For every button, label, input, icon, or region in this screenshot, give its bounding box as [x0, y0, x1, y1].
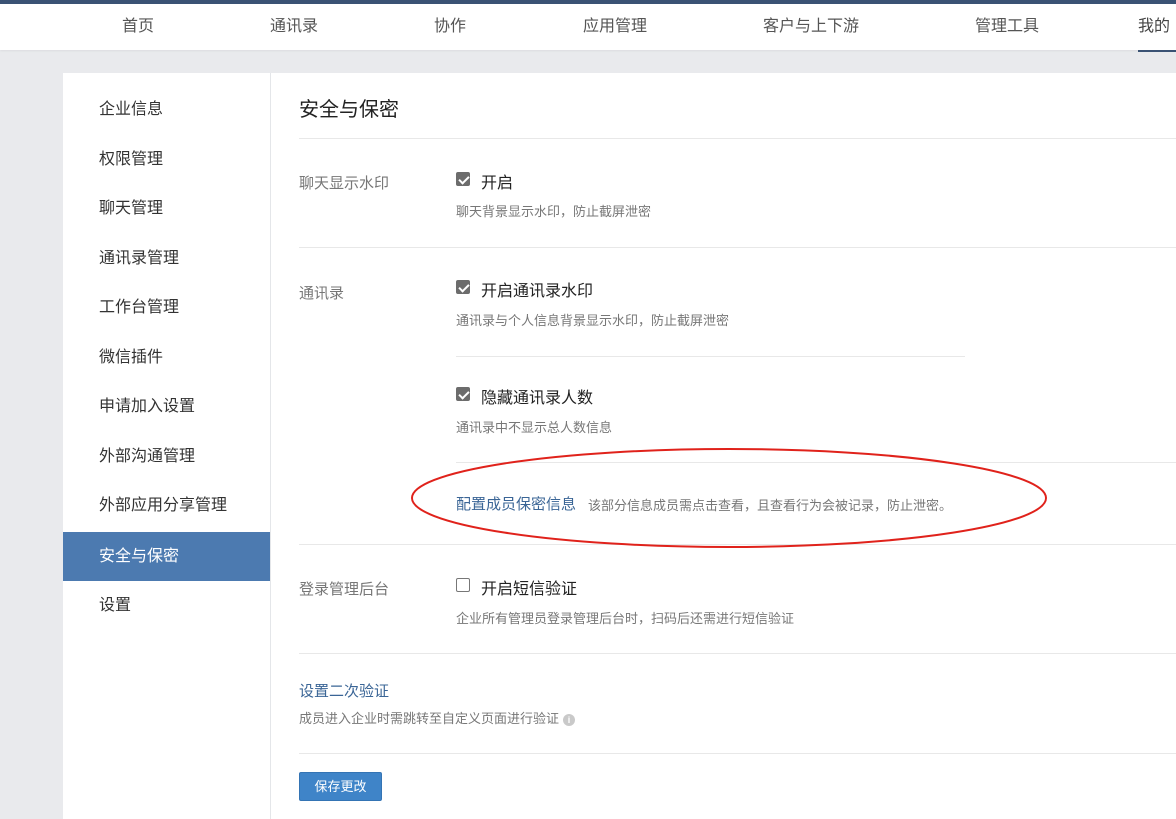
sidebar-item-company-info[interactable]: 企业信息	[63, 85, 270, 134]
security-settings-panel: 安全与保密 聊天显示水印 开启 聊天背景显示水印，防止截屏泄密 通讯录 开启通讯…	[271, 73, 1176, 819]
nav-item-admin-tools[interactable]: 管理工具	[975, 4, 1039, 50]
second-verification-link[interactable]: 设置二次验证	[299, 680, 389, 701]
save-button[interactable]: 保存更改	[299, 772, 382, 801]
checkbox-checked-icon[interactable]	[456, 387, 470, 401]
content-card: 企业信息 权限管理 聊天管理 通讯录管理 工作台管理 微信插件 申请加入设置 外…	[63, 73, 1176, 819]
confidential-info-description: 该部分信息成员需点击查看，且查看行为会被记录，防止泄密。	[588, 498, 953, 513]
sidebar-item-permissions[interactable]: 权限管理	[63, 135, 270, 184]
title-divider	[299, 138, 1176, 139]
second-verification-description-row: 成员进入企业时需跳转至自定义页面进行验证 i	[299, 708, 576, 727]
chat-watermark-option[interactable]: 开启	[481, 169, 513, 193]
contacts-watermark-description: 通讯录与个人信息背景显示水印，防止截屏泄密	[456, 313, 730, 328]
sidebar-item-contacts-management[interactable]: 通讯录管理	[63, 234, 270, 283]
sidebar-item-join-settings[interactable]: 申请加入设置	[63, 382, 270, 431]
contacts-label: 通讯录	[299, 285, 345, 302]
sidebar-item-workbench-management[interactable]: 工作台管理	[63, 283, 270, 332]
chat-watermark-label: 聊天显示水印	[299, 175, 390, 192]
checkbox-unchecked-icon[interactable]	[456, 578, 470, 592]
sidebar-item-external-app-sharing[interactable]: 外部应用分享管理	[63, 481, 270, 530]
sidebar-item-security[interactable]: 安全与保密	[63, 532, 270, 581]
checkbox-checked-icon[interactable]	[456, 172, 470, 186]
configure-confidential-info-link[interactable]: 配置成员保密信息	[456, 493, 576, 514]
section-divider	[299, 653, 1176, 654]
section-divider	[299, 544, 1176, 545]
sms-verification-option[interactable]: 开启短信验证	[481, 575, 577, 599]
checkbox-checked-icon[interactable]	[456, 280, 470, 294]
page-title: 安全与保密	[299, 99, 399, 121]
sms-verification-description: 企业所有管理员登录管理后台时，扫码后还需进行短信验证	[456, 611, 795, 626]
hide-contacts-count-description: 通讯录中不显示总人数信息	[456, 420, 613, 435]
nav-item-contacts[interactable]: 通讯录	[270, 4, 318, 50]
sidebar-item-chat-management[interactable]: 聊天管理	[63, 184, 270, 233]
sidebar-item-wechat-plugin[interactable]: 微信插件	[63, 333, 270, 382]
hide-contacts-count-option[interactable]: 隐藏通讯录人数	[481, 384, 593, 408]
sidebar-item-external-communication[interactable]: 外部沟通管理	[63, 432, 270, 481]
section-divider	[299, 753, 1176, 754]
info-icon[interactable]: i	[563, 713, 576, 726]
chat-watermark-description: 聊天背景显示水印，防止截屏泄密	[456, 204, 652, 219]
nav-item-app-management[interactable]: 应用管理	[583, 4, 647, 50]
nav-item-home[interactable]: 首页	[122, 4, 154, 50]
option-divider	[456, 462, 1176, 463]
second-verification-description: 成员进入企业时需跳转至自定义页面进行验证	[299, 711, 560, 726]
settings-sidebar: 企业信息 权限管理 聊天管理 通讯录管理 工作台管理 微信插件 申请加入设置 外…	[63, 73, 271, 819]
top-navigation: 首页 通讯录 协作 应用管理 客户与上下游 管理工具 我的	[0, 0, 1176, 52]
nav-item-my-company[interactable]: 我的	[1138, 4, 1176, 52]
section-divider	[299, 247, 1176, 248]
admin-login-label: 登录管理后台	[299, 581, 390, 598]
nav-item-collaboration[interactable]: 协作	[434, 4, 466, 50]
sidebar-item-settings[interactable]: 设置	[63, 581, 270, 630]
nav-item-customers[interactable]: 客户与上下游	[763, 4, 859, 50]
option-divider	[456, 356, 965, 357]
contacts-watermark-option[interactable]: 开启通讯录水印	[481, 277, 593, 301]
